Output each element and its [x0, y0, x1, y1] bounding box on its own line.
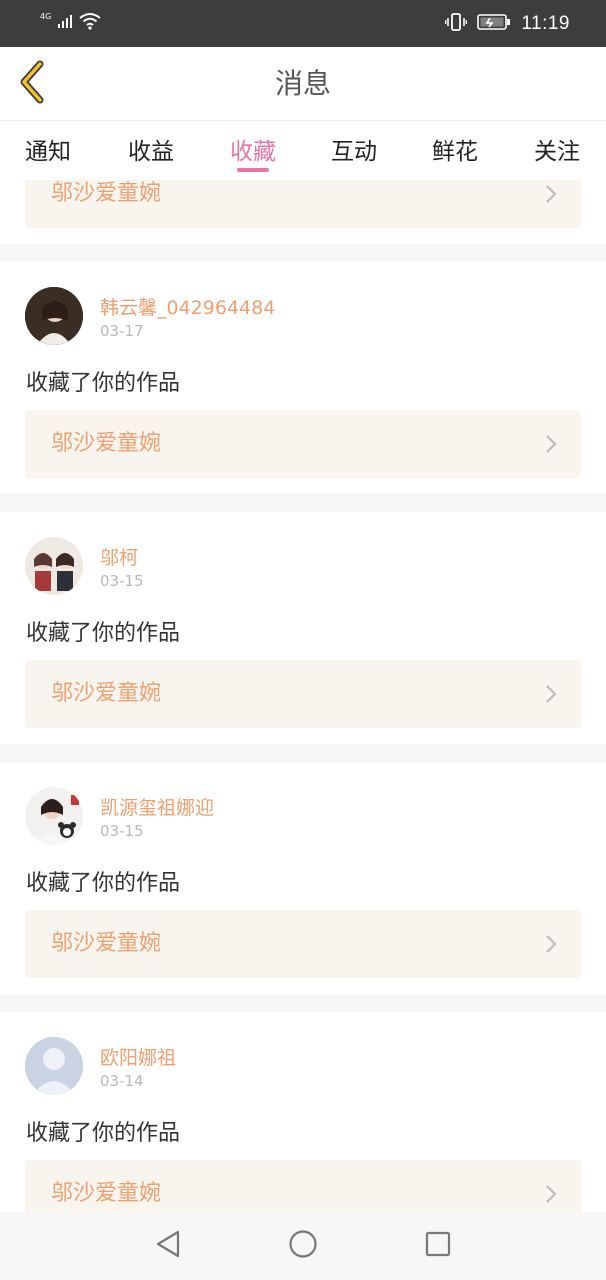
nav-home-button[interactable]	[285, 1228, 321, 1264]
action-text: 收藏了你的作品	[26, 871, 181, 896]
timestamp: 03-17	[100, 322, 144, 340]
timestamp: 03-15	[100, 572, 144, 590]
status-left: 4G	[40, 12, 101, 34]
chevron-right-icon	[545, 934, 557, 958]
user-avatar[interactable]	[25, 537, 83, 595]
work-title: 邬沙爱童婉	[51, 1181, 162, 1206]
vibrate-icon	[445, 12, 468, 36]
list-item: 邬柯 03-15 收藏了你的作品 邬沙爱童婉	[0, 512, 606, 744]
status-right: 11:19	[445, 12, 570, 36]
list-item: 韩云馨_042964484 03-17 收藏了你的作品 邬沙爱童婉	[0, 262, 606, 494]
action-text: 收藏了你的作品	[26, 1121, 181, 1146]
wifi-icon	[79, 12, 101, 34]
default-avatar-icon[interactable]	[25, 1037, 83, 1095]
work-title: 邬沙爱童婉	[51, 681, 162, 706]
system-nav-bar	[0, 1212, 606, 1280]
chevron-right-icon	[545, 184, 557, 208]
chevron-right-icon	[545, 434, 557, 458]
signal-icon	[57, 13, 73, 33]
work-title: 邬沙爱童婉	[51, 431, 162, 456]
status-bar: 4G 11:19	[0, 0, 606, 47]
username[interactable]: 凯源玺祖娜迎	[100, 793, 214, 820]
tab-bar: 通知 收益 收藏 互动 鲜花 关注	[0, 122, 606, 180]
tab-following[interactable]: 关注	[517, 132, 597, 166]
username[interactable]: 邬柯	[100, 543, 138, 570]
tab-interactions[interactable]: 互动	[314, 132, 394, 166]
work-link[interactable]: 邬沙爱童婉	[25, 410, 581, 478]
action-text: 收藏了你的作品	[26, 621, 181, 646]
timestamp: 03-15	[100, 822, 144, 840]
nav-recents-icon	[424, 1230, 452, 1262]
title-bar: 消息	[0, 47, 606, 121]
tab-notifications[interactable]: 通知	[8, 132, 88, 166]
action-text: 收藏了你的作品	[26, 371, 181, 396]
user-avatar[interactable]	[25, 787, 83, 845]
list-item: 邬沙爱童婉	[0, 180, 606, 244]
page-title: 消息	[274, 67, 331, 100]
nav-home-icon	[288, 1229, 318, 1263]
list-item: 凯源玺祖娜迎 03-15 收藏了你的作品 邬沙爱童婉	[0, 762, 606, 994]
username[interactable]: 欧阳娜祖	[100, 1043, 176, 1070]
nav-back-icon	[154, 1229, 182, 1263]
battery-charging-icon	[477, 13, 511, 35]
work-title: 邬沙爱童婉	[51, 181, 162, 206]
username[interactable]: 韩云馨_042964484	[100, 293, 275, 320]
nav-recents-button[interactable]	[420, 1228, 456, 1264]
active-tab-indicator	[237, 168, 269, 172]
work-link[interactable]: 邬沙爱童婉	[25, 1160, 581, 1212]
network-type: 4G	[40, 12, 52, 21]
user-avatar[interactable]	[25, 287, 83, 345]
chevron-right-icon	[545, 684, 557, 708]
chevron-right-icon	[545, 1184, 557, 1208]
message-feed[interactable]: 邬沙爱童婉 韩云馨_042964484 03-17 收藏了你的作品 邬沙爱童婉 …	[0, 180, 606, 1212]
work-link[interactable]: 邬沙爱童婉	[25, 910, 581, 978]
timestamp: 03-14	[100, 1072, 144, 1090]
tab-earnings[interactable]: 收益	[111, 132, 191, 166]
list-item: 欧阳娜祖 03-14 收藏了你的作品 邬沙爱童婉	[0, 1012, 606, 1212]
work-link[interactable]: 邬沙爱童婉	[25, 180, 581, 228]
tab-favorites[interactable]: 收藏	[213, 132, 293, 166]
work-link[interactable]: 邬沙爱童婉	[25, 660, 581, 728]
work-title: 邬沙爱童婉	[51, 931, 162, 956]
clock: 11:19	[521, 13, 570, 34]
nav-back-button[interactable]	[150, 1228, 186, 1264]
tab-flowers[interactable]: 鲜花	[415, 132, 495, 166]
